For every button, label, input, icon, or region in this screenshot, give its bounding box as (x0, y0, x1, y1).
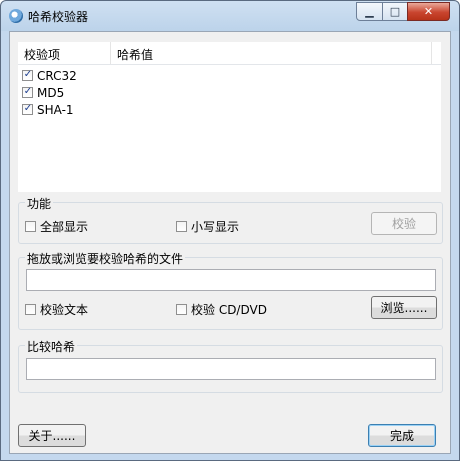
app-icon (9, 9, 23, 23)
file-group: 拖放或浏览要校验哈希的文件 校验文本 校验 CD/DVD 浏览...... (18, 250, 443, 330)
title-bar[interactable]: 哈希校验器 ▁ □ ✕ (1, 1, 459, 31)
minimize-button[interactable]: ▁ (356, 2, 383, 21)
about-button[interactable]: 关于...... (18, 424, 86, 447)
file-group-label: 拖放或浏览要校验哈希的文件 (25, 250, 186, 267)
compare-hash-group: 比较哈希 (18, 338, 443, 393)
column-header-item[interactable]: 校验项 (24, 46, 60, 63)
list-header: 校验项 哈希值 (18, 42, 441, 65)
column-separator[interactable] (110, 42, 111, 64)
verify-cd-checkbox[interactable] (176, 304, 187, 315)
list-item-label: MD5 (37, 85, 65, 100)
functions-group: 功能 全部显示 小写显示 校验 (18, 195, 443, 244)
verify-text-checkbox[interactable] (25, 304, 36, 315)
verify-text-option[interactable]: 校验文本 (25, 301, 88, 318)
show-all-option[interactable]: 全部显示 (25, 218, 88, 235)
compare-hash-field[interactable] (26, 358, 436, 380)
column-header-hash[interactable]: 哈希值 (117, 46, 153, 63)
hash-checker-window: 哈希校验器 ▁ □ ✕ 校验项 哈希值 CRC32 MD5 SHA-1 (0, 0, 460, 461)
list-item-label: CRC32 (37, 68, 77, 83)
sha1-checkbox[interactable] (22, 104, 33, 115)
close-button[interactable]: ✕ (407, 2, 450, 21)
show-all-checkbox[interactable] (25, 221, 36, 232)
list-item-label: SHA-1 (37, 102, 74, 117)
maximize-icon: □ (389, 5, 401, 18)
md5-checkbox[interactable] (22, 87, 33, 98)
file-path-field[interactable] (26, 269, 436, 291)
show-all-label[interactable]: 全部显示 (40, 218, 88, 235)
maximize-button[interactable]: □ (382, 2, 408, 21)
lowercase-checkbox[interactable] (176, 221, 187, 232)
verify-cd-label[interactable]: 校验 CD/DVD (191, 301, 267, 318)
close-icon: ✕ (423, 5, 434, 18)
minimize-icon: ▁ (365, 5, 374, 18)
hash-list[interactable]: 校验项 哈希值 CRC32 MD5 SHA-1 (18, 42, 441, 192)
verify-cd-option[interactable]: 校验 CD/DVD (176, 301, 267, 318)
column-separator[interactable] (431, 42, 432, 64)
crc32-checkbox[interactable] (22, 70, 33, 81)
verify-button[interactable]: 校验 (371, 212, 437, 235)
list-item[interactable]: CRC32 (22, 67, 77, 84)
browse-button[interactable]: 浏览...... (371, 296, 437, 319)
list-item[interactable]: SHA-1 (22, 101, 74, 118)
verify-text-label[interactable]: 校验文本 (40, 301, 88, 318)
lowercase-label[interactable]: 小写显示 (191, 218, 239, 235)
lowercase-option[interactable]: 小写显示 (176, 218, 239, 235)
functions-group-label: 功能 (25, 195, 54, 212)
dialog-body: 校验项 哈希值 CRC32 MD5 SHA-1 功能 全部显示 (9, 31, 451, 454)
done-button[interactable]: 完成 (368, 424, 436, 447)
compare-hash-label: 比较哈希 (25, 338, 78, 355)
list-item[interactable]: MD5 (22, 84, 64, 101)
window-title: 哈希校验器 (28, 10, 89, 24)
